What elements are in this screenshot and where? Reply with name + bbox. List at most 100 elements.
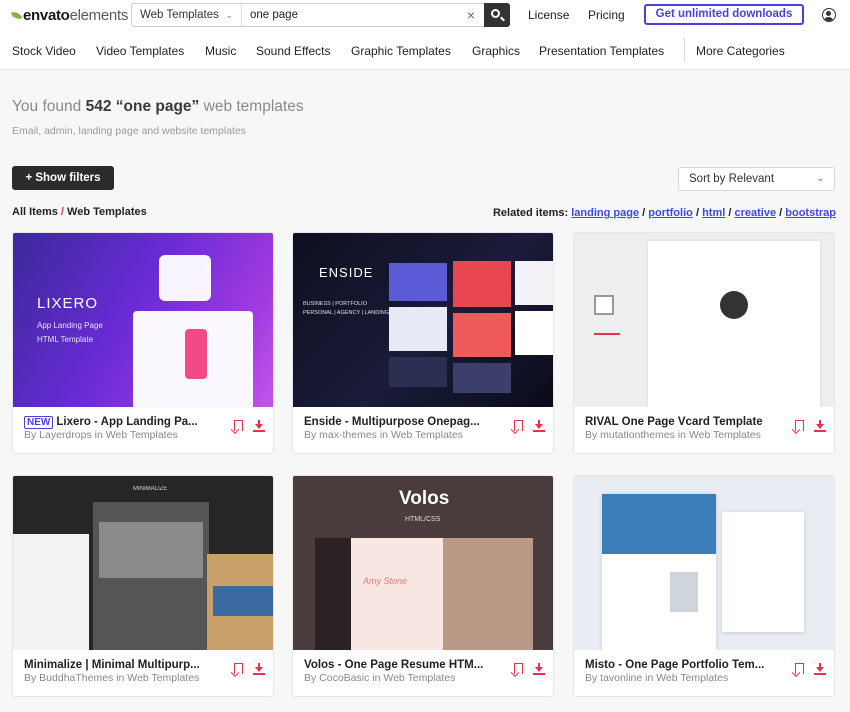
results-count: 542 xyxy=(85,98,112,115)
search-button[interactable] xyxy=(484,3,510,27)
user-account-icon[interactable] xyxy=(822,8,836,22)
related-link-portfolio[interactable]: portfolio xyxy=(648,207,693,219)
thumbnail-photo xyxy=(213,586,273,616)
template-card[interactable]: Volos HTML/CSS Amy Stone Volos - One Pag… xyxy=(292,475,554,697)
pricing-link[interactable]: Pricing xyxy=(588,8,625,22)
template-card[interactable]: RIVAL One Page Vcard Template By mutatio… xyxy=(573,232,835,454)
related-link-html[interactable]: html xyxy=(702,207,725,219)
template-card[interactable]: MINIMALIZE Minimalize | Minimal Multipur… xyxy=(12,475,274,697)
sort-value: Sort by Relevant xyxy=(689,173,775,185)
template-card[interactable]: LIXERO App Landing Page HTML Template NE… xyxy=(12,232,274,454)
download-icon[interactable] xyxy=(533,420,545,432)
nav-graphics[interactable]: Graphics xyxy=(472,44,520,58)
template-title[interactable]: Volos - One Page Resume HTM... xyxy=(304,659,489,671)
download-icon[interactable] xyxy=(533,663,545,675)
thumbnail-subtitle-2: HTML Template xyxy=(37,335,94,344)
template-author[interactable]: By BuddhaThemes in Web Templates xyxy=(24,673,224,684)
envato-elements-logo[interactable]: envato elements xyxy=(10,7,129,24)
template-title[interactable]: RIVAL One Page Vcard Template xyxy=(585,416,770,428)
search-input[interactable] xyxy=(242,4,458,26)
template-author[interactable]: By Layerdrops in Web Templates xyxy=(24,430,224,441)
thumbnail-photo xyxy=(602,494,716,554)
template-title[interactable]: Minimalize | Minimal Multipurp... xyxy=(24,659,209,671)
thumbnail-page xyxy=(13,534,89,650)
category-select[interactable]: Web Templates ⌄ xyxy=(132,4,242,26)
related-link-creative[interactable]: creative xyxy=(734,207,776,219)
template-author[interactable]: By max-themes in Web Templates xyxy=(304,430,504,441)
template-author[interactable]: By CocoBasic in Web Templates xyxy=(304,673,504,684)
download-icon[interactable] xyxy=(814,420,826,432)
nav-presentation-templates[interactable]: Presentation Templates xyxy=(539,44,664,58)
nav-sound-effects[interactable]: Sound Effects xyxy=(256,44,331,58)
top-bar: envatoelements Web Templates ⌄ × License… xyxy=(0,0,850,70)
search-bar: Web Templates ⌄ × xyxy=(131,3,510,27)
download-icon[interactable] xyxy=(253,420,265,432)
thumbnail-title: Volos xyxy=(399,488,450,509)
breadcrumb: All Items / Web Templates xyxy=(12,206,147,218)
thumbnail-title: ENSIDE xyxy=(319,265,374,280)
sort-dropdown[interactable]: Sort by Relevant ⌄ xyxy=(678,167,835,191)
nav-graphic-templates[interactable]: Graphic Templates xyxy=(351,44,451,58)
template-author[interactable]: By tavonline in Web Templates xyxy=(585,673,785,684)
thumbnail-screen xyxy=(515,261,553,305)
logo-main-text: envato xyxy=(23,7,70,24)
chevron-down-icon: ⌄ xyxy=(816,173,824,183)
template-title[interactable]: Enside - Multipurpose Onepag... xyxy=(304,416,489,428)
template-thumbnail[interactable]: MINIMALIZE xyxy=(13,476,273,650)
nav-music[interactable]: Music xyxy=(205,44,236,58)
thumbnail-photo xyxy=(99,522,203,578)
results-subtitle: Email, admin, landing page and website t… xyxy=(12,125,247,137)
download-icon[interactable] xyxy=(253,663,265,675)
breadcrumb-all-items[interactable]: All Items xyxy=(12,206,58,218)
related-items: Related items: landing page / portfolio … xyxy=(493,207,836,219)
get-unlimited-downloads-button[interactable]: Get unlimited downloads xyxy=(644,4,804,25)
template-author[interactable]: By mutationthemes in Web Templates xyxy=(585,430,785,441)
related-label: Related items: xyxy=(492,207,569,219)
template-card[interactable]: Misto - One Page Portfolio Tem... By tav… xyxy=(573,475,835,697)
new-badge: NEW xyxy=(24,416,54,429)
bookmark-icon[interactable] xyxy=(795,663,804,674)
thumbnail-title: LIXERO xyxy=(37,295,99,312)
bookmark-icon[interactable] xyxy=(514,420,523,431)
template-title[interactable]: Misto - One Page Portfolio Tem... xyxy=(585,659,770,671)
related-link-bootstrap[interactable]: bootstrap xyxy=(785,207,836,219)
show-filters-button[interactable]: + Show filters xyxy=(12,166,114,190)
template-thumbnail[interactable]: ENSIDE BUSINESS | PORTFOLIO PERSONAL | A… xyxy=(293,233,553,407)
thumbnail-page xyxy=(722,512,804,632)
related-separator: / xyxy=(728,207,732,219)
download-icon[interactable] xyxy=(814,663,826,675)
thumbnail-subtitle: HTML/CSS xyxy=(405,516,441,523)
nav-more-categories[interactable]: More Categories xyxy=(696,44,785,58)
bookmark-icon[interactable] xyxy=(234,420,243,431)
template-title[interactable]: NEW Lixero - App Landing Pa... xyxy=(24,416,209,429)
breadcrumb-current: Web Templates xyxy=(67,206,147,218)
thumbnail-accent xyxy=(594,333,620,335)
clear-search-icon[interactable]: × xyxy=(458,4,484,26)
template-title-text: Lixero - App Landing Pa... xyxy=(56,416,198,428)
template-thumbnail[interactable]: Volos HTML/CSS Amy Stone xyxy=(293,476,553,650)
template-thumbnail[interactable] xyxy=(574,476,834,650)
bookmark-icon[interactable] xyxy=(514,663,523,674)
thumbnail-photo xyxy=(443,538,533,650)
thumbnail-panel xyxy=(351,538,443,650)
chevron-down-icon: ⌄ xyxy=(225,10,233,20)
thumbnail-screen xyxy=(389,307,447,351)
template-card[interactable]: ENSIDE BUSINESS | PORTFOLIO PERSONAL | A… xyxy=(292,232,554,454)
thumbnail-phone xyxy=(185,329,207,379)
template-thumbnail[interactable]: LIXERO App Landing Page HTML Template xyxy=(13,233,273,407)
bookmark-icon[interactable] xyxy=(234,663,243,674)
bookmark-icon[interactable] xyxy=(795,420,804,431)
logo-sub-text: elements xyxy=(69,7,129,24)
license-link[interactable]: License xyxy=(528,8,569,22)
thumbnail-subtitle: BUSINESS | PORTFOLIO xyxy=(303,301,367,307)
results-heading: You found 542 “one page” web templates xyxy=(12,98,304,116)
nav-video-templates[interactable]: Video Templates xyxy=(96,44,184,58)
results-query: “one page” xyxy=(115,98,200,115)
template-thumbnail[interactable] xyxy=(574,233,834,407)
thumbnail-screen xyxy=(453,313,511,357)
nav-stock-video[interactable]: Stock Video xyxy=(12,44,76,58)
related-link-landing-page[interactable]: landing page xyxy=(571,207,639,219)
nav-divider xyxy=(684,38,685,62)
thumbnail-subtitle: App Landing Page xyxy=(37,321,103,330)
thumbnail-page xyxy=(648,241,820,407)
